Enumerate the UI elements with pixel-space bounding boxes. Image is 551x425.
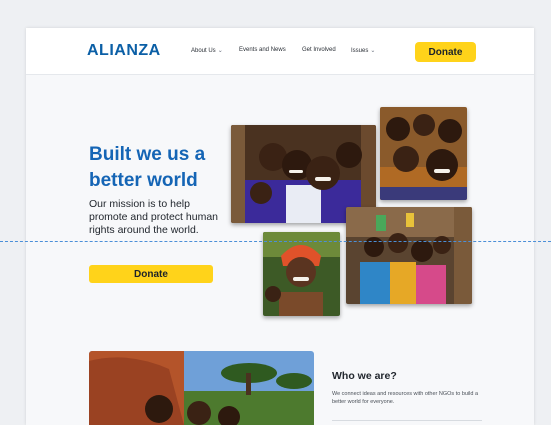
guide-line bbox=[0, 241, 551, 242]
chevron-down-icon: ⌄ bbox=[217, 48, 223, 54]
donate-button[interactable]: Donate bbox=[415, 42, 476, 62]
site-logo[interactable]: ALIANZA bbox=[87, 42, 161, 60]
chevron-down-icon: ⌄ bbox=[370, 48, 376, 54]
hero-donate-button[interactable]: Donate bbox=[89, 265, 213, 283]
nav-item-about-us[interactable]: About Us ⌄ bbox=[191, 47, 223, 54]
page-canvas: ALIANZA About Us ⌄ Events and News Get In… bbox=[26, 28, 534, 425]
nav-item-get-involved[interactable]: Get Involved bbox=[302, 47, 336, 53]
hero-photo-children-smiling bbox=[380, 107, 467, 200]
hero-title: Built we us a better world bbox=[89, 144, 206, 191]
hero-photo-classroom bbox=[346, 207, 472, 304]
hero-photo-girl-headscarf bbox=[263, 232, 340, 316]
photo-children-image bbox=[346, 207, 472, 304]
nav-item-label: Events and News bbox=[239, 47, 286, 53]
nav-item-label: Get Involved bbox=[302, 47, 336, 53]
nav-item-label: Issues bbox=[351, 48, 369, 54]
nav-item-issues[interactable]: Issues ⌄ bbox=[351, 47, 375, 54]
nav-item-label: About Us bbox=[191, 48, 216, 54]
photo-children-image bbox=[263, 232, 340, 316]
who-we-are-description: We connect ideas and resources with othe… bbox=[332, 391, 479, 405]
photo-children-landscape-image bbox=[89, 351, 314, 425]
who-we-are-photo bbox=[89, 351, 314, 425]
hero-description: Our mission is to help promote and prote… bbox=[89, 198, 218, 236]
site-header: ALIANZA About Us ⌄ Events and News Get In… bbox=[26, 28, 534, 75]
who-we-are-title: Who we are? bbox=[332, 370, 397, 382]
who-we-are-divider bbox=[332, 420, 482, 421]
photo-children-image bbox=[380, 107, 467, 200]
nav-item-events-and-news[interactable]: Events and News bbox=[239, 47, 286, 53]
